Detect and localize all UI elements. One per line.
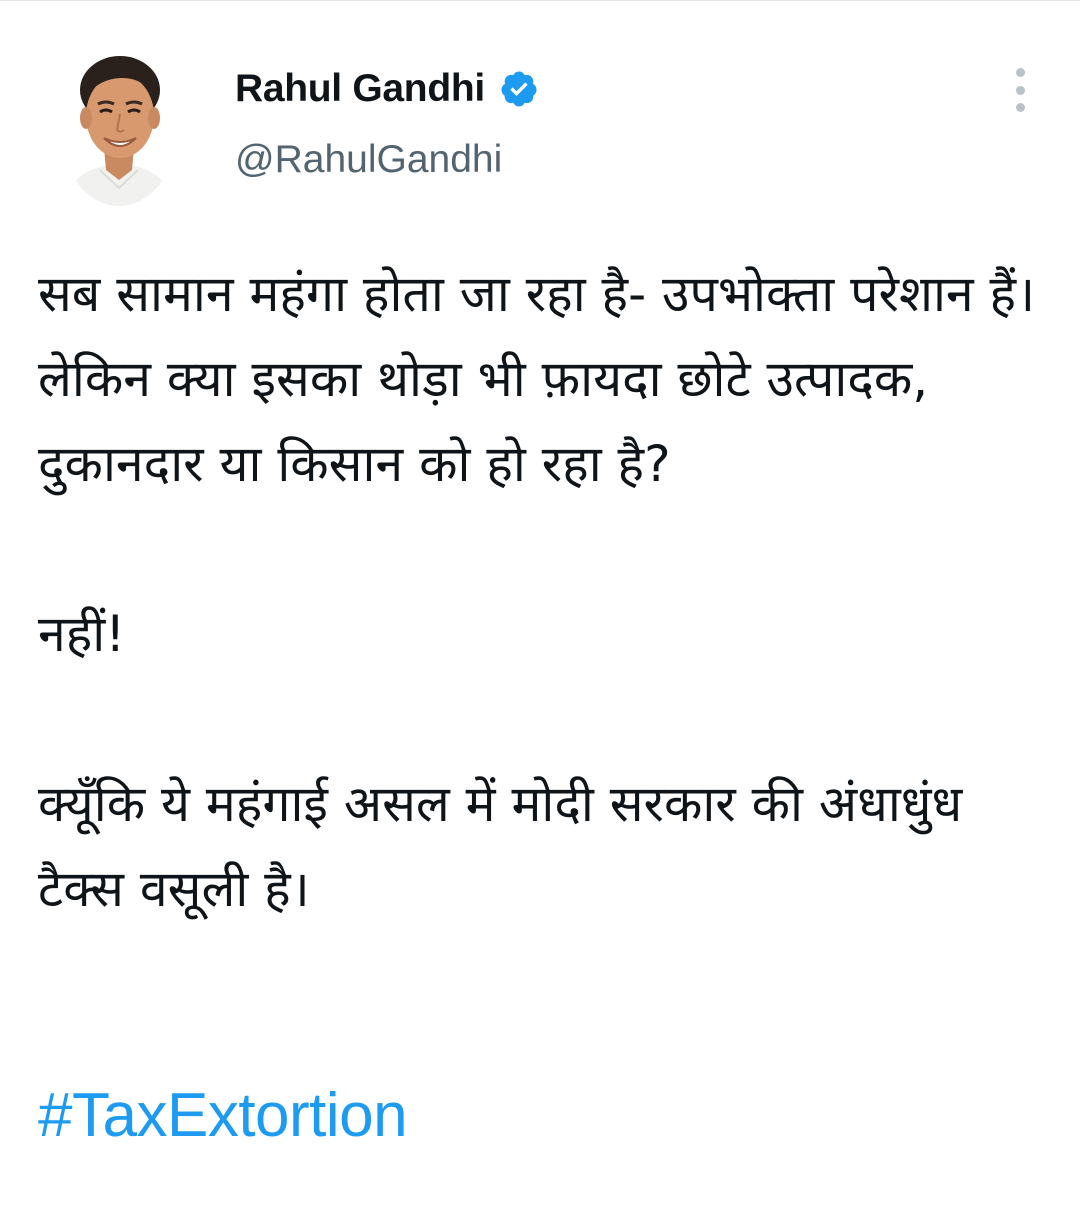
tweet-text: सब सामान महंगा होता जा रहा है- उपभोक्ता …	[38, 252, 1048, 932]
author-name-row[interactable]: Rahul Gandhi	[235, 66, 539, 112]
avatar[interactable]	[60, 48, 178, 206]
author-handle[interactable]: @RahulGandhi	[235, 138, 502, 182]
display-name[interactable]: Rahul Gandhi	[235, 67, 485, 111]
tweet-card: Rahul Gandhi @RahulGandhi सब सामान महंगा…	[0, 0, 1080, 1206]
more-dot	[1015, 68, 1025, 77]
verified-badge-icon	[499, 69, 539, 109]
more-dot	[1015, 85, 1025, 95]
hashtag-link[interactable]: #TaxExtortion	[38, 1080, 408, 1151]
more-dot	[1015, 103, 1025, 112]
more-options-icon[interactable]	[1004, 68, 1036, 112]
tweet-paragraph: क्यूँकि ये महंगाई असल में मोदी सरकार की …	[38, 775, 963, 918]
tweet-paragraph: नहीं!	[38, 605, 126, 663]
tweet-paragraph: सब सामान महंगा होता जा रहा है- उपभोक्ता …	[38, 265, 1036, 493]
